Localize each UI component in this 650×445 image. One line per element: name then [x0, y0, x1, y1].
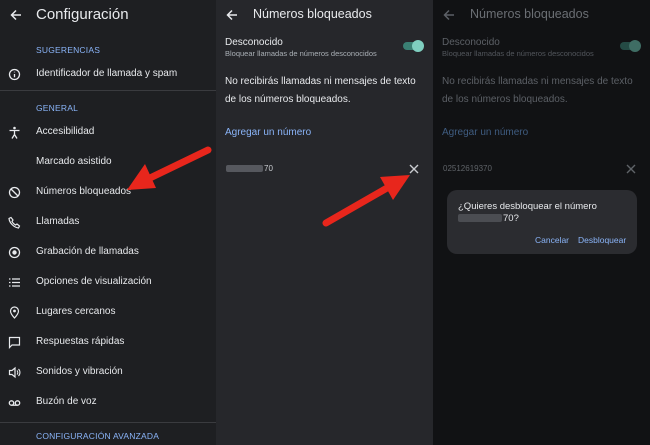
settings-item-accessibility[interactable]: Accesibilidad — [0, 120, 216, 146]
settings-item-sounds[interactable]: Sonidos y vibración — [0, 360, 216, 386]
record-icon — [8, 246, 21, 259]
settings-item-label: Llamadas — [36, 216, 80, 227]
unblock-dialog: ¿Quieres desbloquear el número 70? Cance… — [447, 190, 637, 254]
unblock-button[interactable]: Desbloquear — [578, 235, 626, 245]
redacted-digits — [226, 165, 263, 173]
settings-item-label: Sonidos y vibración — [36, 366, 123, 377]
add-number-link[interactable]: Agregar un número — [225, 127, 311, 138]
settings-item-voicemail[interactable]: Buzón de voz — [0, 390, 216, 416]
message-icon — [8, 336, 21, 349]
voicemail-icon — [8, 400, 21, 406]
cancel-button[interactable]: Cancelar — [535, 235, 569, 245]
back-arrow-icon — [443, 9, 454, 21]
page-title: Configuración — [36, 6, 129, 23]
unknown-setting-title: Desconocido — [225, 37, 283, 48]
settings-item-caller-id[interactable]: Identificador de llamada y spam — [0, 62, 216, 88]
unknown-setting-title: Desconocido — [442, 37, 500, 48]
unknown-toggle[interactable] — [403, 40, 424, 52]
blocked-number: 02512619370 — [443, 164, 492, 173]
blocked-header: Números bloqueados — [433, 0, 650, 30]
settings-item-nearby-places[interactable]: Lugares cercanos — [0, 300, 216, 326]
settings-item-label: Accesibilidad — [36, 126, 95, 137]
section-advanced: CONFIGURACIÓN AVANZADA — [36, 431, 160, 441]
unknown-toggle — [620, 40, 641, 52]
back-arrow-icon[interactable] — [224, 7, 240, 23]
accessibility-icon — [9, 126, 20, 139]
add-number-link: Agregar un número — [442, 127, 529, 138]
divider — [0, 90, 216, 91]
page-title: Números bloqueados — [253, 7, 372, 21]
section-suggestions: SUGERENCIAS — [36, 45, 101, 55]
settings-item-display-options[interactable]: Opciones de visualización — [0, 270, 216, 296]
settings-item-label: Identificador de llamada y spam — [36, 68, 178, 79]
divider — [0, 422, 216, 423]
settings-item-label: Marcado asistido — [36, 156, 112, 167]
settings-item-label: Opciones de visualización — [36, 276, 152, 287]
settings-item-quick-responses[interactable]: Respuestas rápidas — [0, 330, 216, 356]
close-icon — [626, 164, 636, 174]
settings-panel: Configuración SUGERENCIAS Identificador … — [0, 0, 216, 445]
info-text: No recibirás llamadas ni mensajes de tex… — [442, 76, 633, 105]
back-arrow-icon[interactable] — [8, 7, 24, 23]
blocked-numbers-panel: Números bloqueados Desconocido Bloquear … — [216, 0, 433, 445]
list-icon — [9, 278, 20, 287]
settings-item-label: Números bloqueados — [36, 186, 132, 197]
location-icon — [9, 306, 20, 319]
settings-header: Configuración — [0, 0, 216, 30]
settings-item-label: Buzón de voz — [36, 396, 97, 407]
volume-icon — [8, 366, 21, 379]
dialog-question-start: ¿Quieres desbloquear el número — [458, 201, 597, 212]
settings-item-calls[interactable]: Llamadas — [0, 210, 216, 236]
block-icon — [8, 186, 21, 199]
settings-item-label: Lugares cercanos — [36, 306, 116, 317]
settings-item-label: Respuestas rápidas — [36, 336, 125, 347]
redacted-digits — [458, 214, 502, 223]
unknown-setting-subtitle: Bloquear llamadas de números desconocido… — [225, 49, 377, 58]
blocked-header: Números bloqueados — [216, 0, 433, 30]
page-title: Números bloqueados — [470, 7, 589, 21]
settings-item-blocked-numbers[interactable]: Números bloqueados — [0, 180, 216, 206]
dialog-question: ¿Quieres desbloquear el número 70? — [458, 201, 628, 225]
section-general: GENERAL — [36, 103, 79, 113]
settings-item-call-recording[interactable]: Grabación de llamadas — [0, 240, 216, 266]
info-icon — [8, 68, 21, 81]
blocked-number-suffix: 70 — [264, 164, 273, 173]
close-icon[interactable] — [408, 163, 420, 175]
settings-item-label: Grabación de llamadas — [36, 246, 139, 257]
settings-item-assisted-dialing[interactable]: Marcado asistido — [0, 150, 216, 176]
blocked-number-row: 70 — [226, 164, 273, 173]
phone-icon — [8, 216, 21, 229]
unknown-setting-subtitle: Bloquear llamadas de números desconocido… — [442, 49, 594, 58]
info-text: No recibirás llamadas ni mensajes de tex… — [225, 76, 416, 105]
dialog-question-end: 70? — [503, 213, 519, 224]
